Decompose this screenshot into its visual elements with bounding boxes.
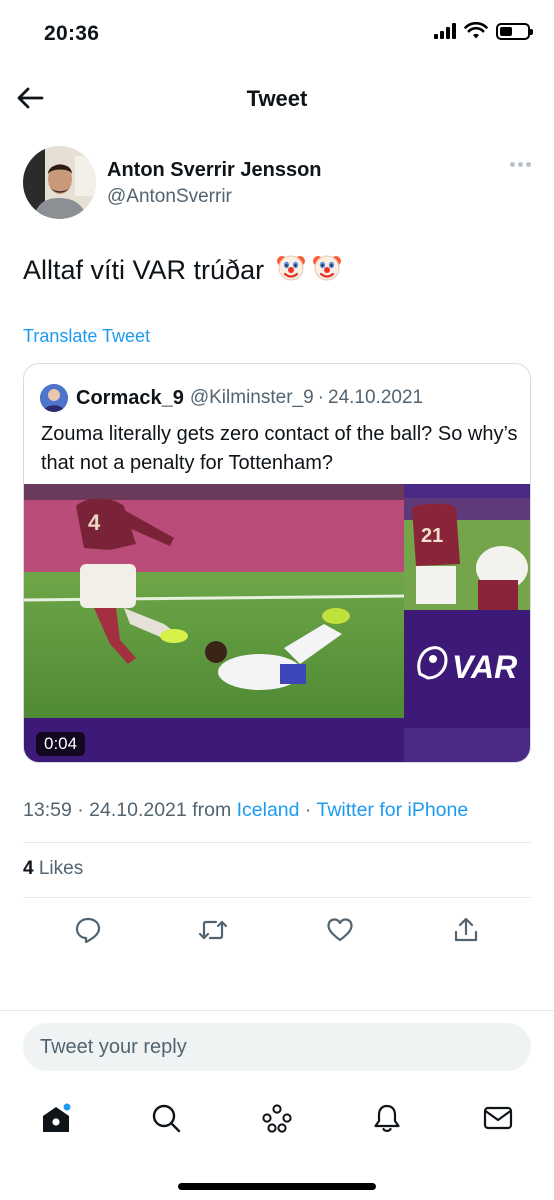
tweet-text-row: Alltaf víti VAR trúðar [23,252,342,289]
tab-search[interactable] [144,1096,188,1140]
likes-label: Likes [38,858,84,879]
tab-home[interactable] [34,1096,78,1140]
quote-video[interactable]: 4 21 VAR 0:04 [24,484,530,762]
clown-face-icon [276,252,306,289]
like-icon [327,918,353,942]
author-handle[interactable]: @AntonSverrir [107,186,232,208]
status-bar: 20:36 [0,0,554,64]
translate-tweet-link[interactable]: Translate Tweet [23,326,150,347]
tab-messages[interactable] [476,1096,520,1140]
retweet-button[interactable] [195,912,231,948]
tweet-meta: 13:59 · 24.10.2021 from Iceland · Twitte… [23,799,469,821]
status-time: 20:36 [44,22,100,45]
clown-face-icon [312,252,342,289]
tweet-time: 13:59 [23,799,72,821]
reply-divider [0,1010,554,1011]
messages-icon [483,1106,513,1130]
quote-header: Cormack_9 @Kilminster_9 · 24.10.2021 [40,384,423,412]
quote-avatar [40,384,68,412]
avatar-photo [23,146,96,219]
tweet-location-link[interactable]: Iceland [237,799,300,821]
video-thumbnail: 4 21 VAR [24,484,530,762]
share-button[interactable] [448,912,484,948]
author-avatar[interactable] [23,146,96,219]
more-options-button[interactable] [510,162,531,167]
quote-author-name: Cormack_9 [76,386,184,409]
quoted-tweet[interactable]: Cormack_9 @Kilminster_9 · 24.10.2021 Zou… [23,363,531,763]
video-duration-badge: 0:04 [36,732,86,756]
tweet-author: Anton Sverrir Jensson @AntonSverrir [23,146,531,222]
home-indicator [178,1183,376,1190]
tweet-actions [0,908,554,952]
quote-text: Zouma literally gets zero contact of the… [41,423,518,474]
tweet-date: 24.10.2021 [89,799,187,821]
reply-button[interactable] [70,912,106,948]
inset-player-number: 21 [421,525,443,547]
reply-input[interactable] [23,1023,531,1071]
tab-notifications[interactable] [365,1096,409,1140]
home-notification-dot [62,1102,72,1112]
like-button[interactable] [322,912,358,948]
wifi-icon [464,22,488,39]
share-icon [454,917,478,942]
tweet-source-link[interactable]: Twitter for iPhone [316,799,468,821]
reply-icon [75,917,101,944]
page-title: Tweet [246,86,308,111]
battery-icon [496,22,533,40]
nav-bar: Tweet [0,72,554,124]
home-icon [43,1102,72,1132]
quote-author-handle: @Kilminster_9 [189,387,314,408]
spaces-icon [262,1104,292,1133]
divider [23,842,531,843]
author-name[interactable]: Anton Sverrir Jensson [107,159,322,182]
divider [23,897,531,898]
likes-summary[interactable]: 4 Likes [23,858,83,880]
likes-count: 4 [23,858,34,879]
tweet-from-label: from [192,799,232,821]
status-icons [434,22,533,40]
svg-text:4: 4 [88,510,101,535]
search-icon [152,1104,181,1133]
tweet-text: Alltaf víti VAR trúðar [23,255,265,285]
tab-spaces[interactable] [255,1096,299,1140]
notifications-icon [374,1104,400,1132]
retweet-icon [198,920,228,940]
tab-bar [0,1090,554,1146]
signal-icon [434,23,456,39]
quote-date: 24.10.2021 [328,387,424,408]
var-logo-text: VAR [452,649,517,685]
